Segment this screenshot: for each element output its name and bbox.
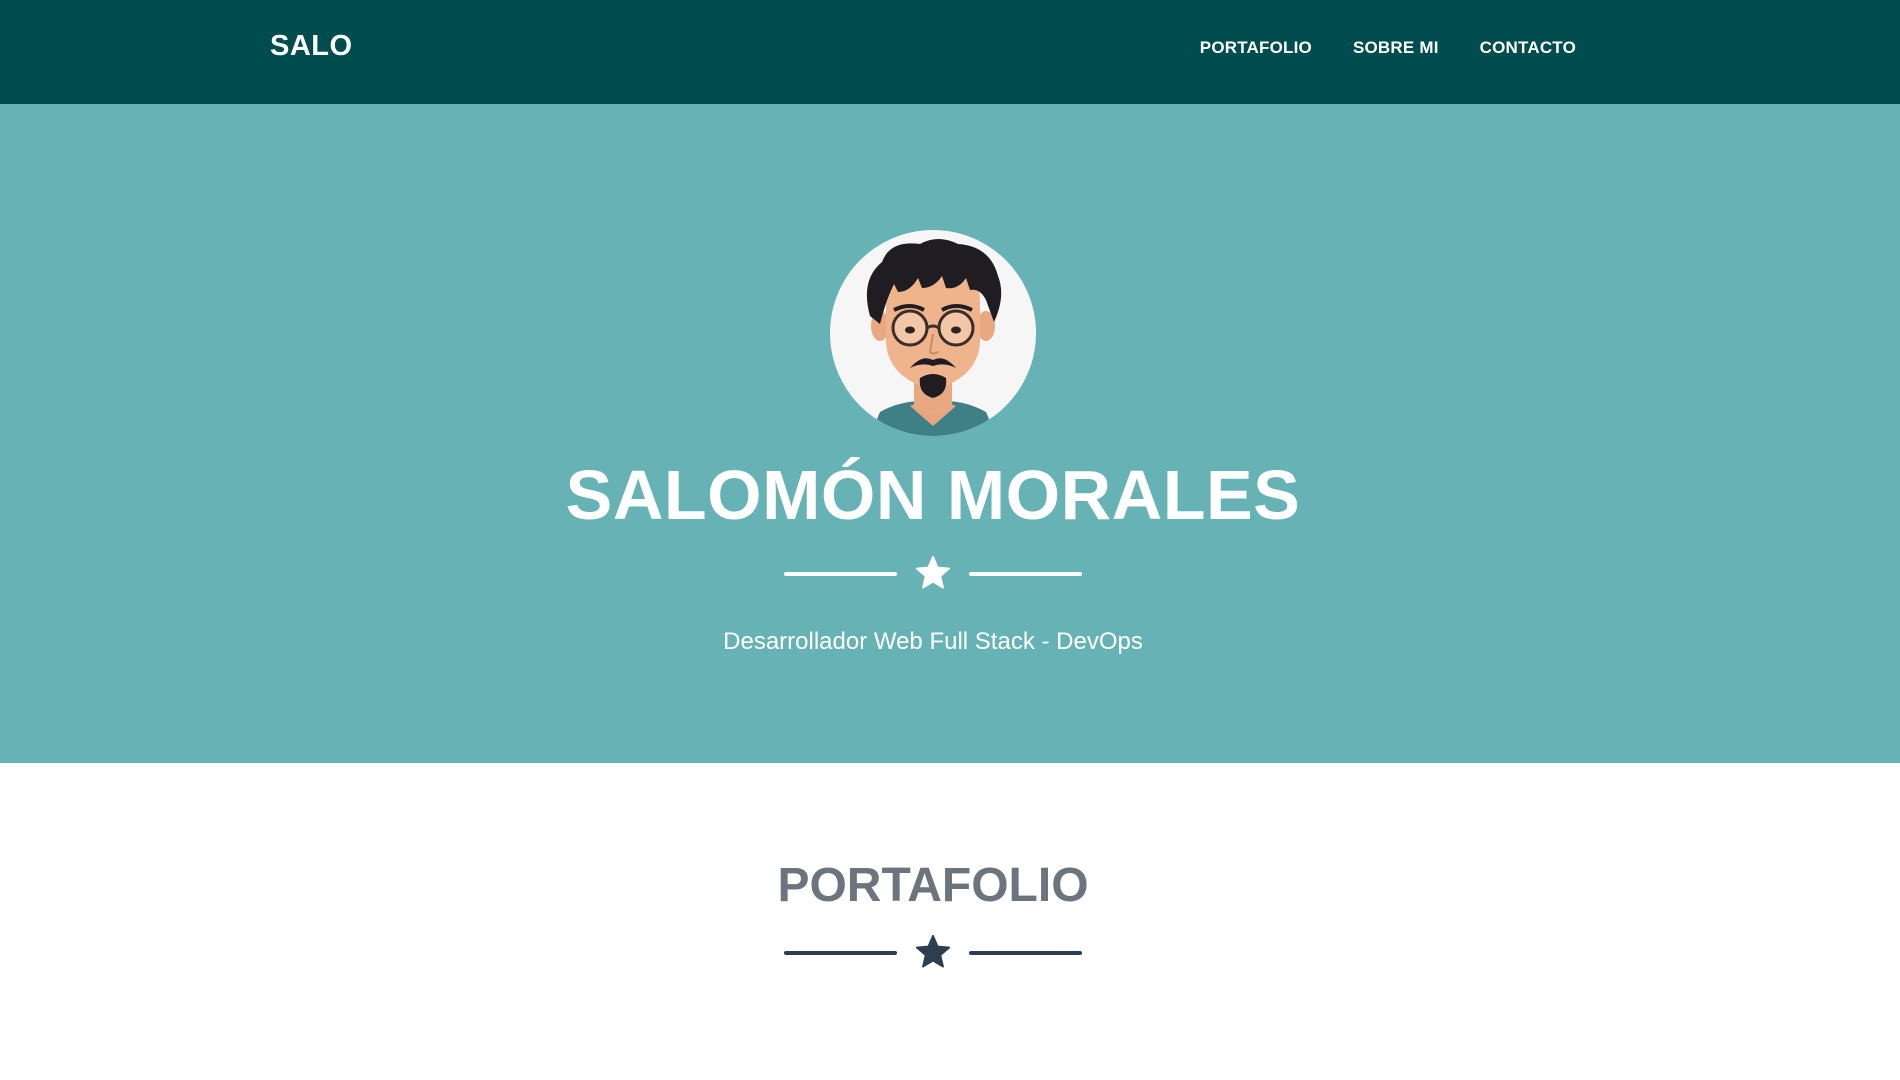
avatar-cartoon-portrait-icon [866, 239, 1002, 436]
brand-logo-link[interactable]: SALO [270, 30, 353, 63]
divider-line-right [969, 951, 1082, 955]
nav-link-portafolio[interactable]: PORTAFOLIO [1200, 38, 1312, 58]
nav-links: PORTAFOLIO SOBRE MI CONTACTO [1200, 38, 1576, 58]
hero-section: SALOMÓN MORALES Desarrollador Web Full S… [0, 104, 1900, 763]
star-icon [915, 555, 951, 589]
divider-line-left [784, 572, 897, 576]
divider-line-right [969, 572, 1082, 576]
hero-subtitle: Desarrollador Web Full Stack - DevOps [723, 628, 1143, 655]
portfolio-title: PORTAFOLIO [777, 859, 1089, 912]
avatar [830, 230, 1036, 436]
nav-link-sobre-mi[interactable]: SOBRE MI [1353, 38, 1439, 58]
nav-link-contacto[interactable]: CONTACTO [1480, 38, 1576, 58]
portfolio-divider [784, 933, 1082, 973]
hero-divider [784, 554, 1082, 594]
hero-name: SALOMÓN MORALES [565, 456, 1301, 534]
star-icon [915, 934, 951, 968]
divider-line-left [784, 951, 897, 955]
navbar: SALO PORTAFOLIO SOBRE MI CONTACTO [0, 0, 1900, 104]
